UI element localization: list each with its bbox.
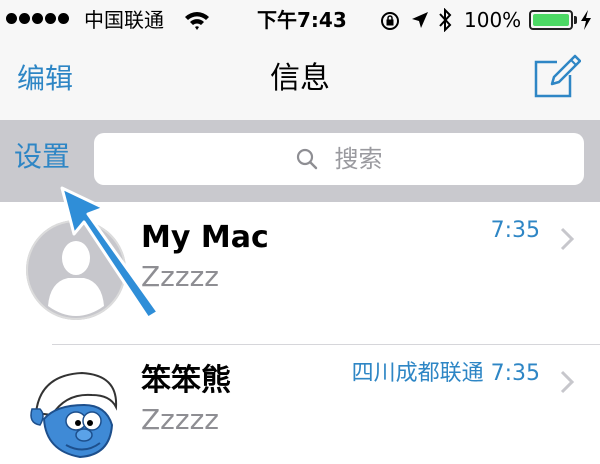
settings-button[interactable]: 设置	[14, 140, 70, 174]
location-arrow-icon	[412, 12, 428, 28]
message-time: 7:35	[490, 218, 540, 243]
charging-bolt-icon	[581, 10, 591, 30]
conversation-row[interactable]: My Mac Zzzzz 7:35	[0, 202, 600, 347]
smurf-avatar	[26, 365, 126, 464]
default-person-avatar	[26, 220, 126, 320]
navigation-bar: 编辑 信息	[0, 40, 600, 120]
status-bar: 中国联通 下午7:43 100%	[0, 0, 600, 40]
conversation-list: My Mac Zzzzz 7:35 笨笨熊 Zzzzz 四川成都联通 7:35	[0, 202, 600, 464]
magnifier-icon	[297, 148, 318, 170]
battery-tip	[574, 16, 577, 24]
message-preview: Zzzzz	[141, 403, 219, 436]
search-input[interactable]: 搜索	[94, 133, 584, 185]
compose-icon[interactable]	[531, 52, 581, 100]
contact-name: My Mac	[141, 220, 269, 255]
signal-dots-icon	[6, 13, 71, 27]
message-time: 四川成都联通 7:35	[351, 361, 540, 386]
chevron-right-icon	[560, 370, 575, 394]
battery-level-fill	[533, 14, 569, 26]
carrier-label: 中国联通	[84, 8, 164, 32]
rotation-lock-icon	[381, 12, 399, 30]
contact-name: 笨笨熊	[141, 363, 231, 398]
conversation-row[interactable]: 笨笨熊 Zzzzz 四川成都联通 7:35	[0, 345, 600, 464]
clock: 下午7:43	[257, 8, 347, 32]
battery-icon	[529, 10, 573, 30]
message-preview: Zzzzz	[141, 260, 219, 293]
search-placeholder: 搜索	[334, 145, 383, 173]
page-title: 信息	[270, 61, 330, 96]
bluetooth-icon	[439, 8, 452, 32]
chevron-right-icon	[560, 227, 575, 251]
battery-percent: 100%	[464, 8, 522, 32]
search-bar: 设置 搜索	[0, 120, 600, 202]
wifi-icon	[185, 12, 209, 30]
